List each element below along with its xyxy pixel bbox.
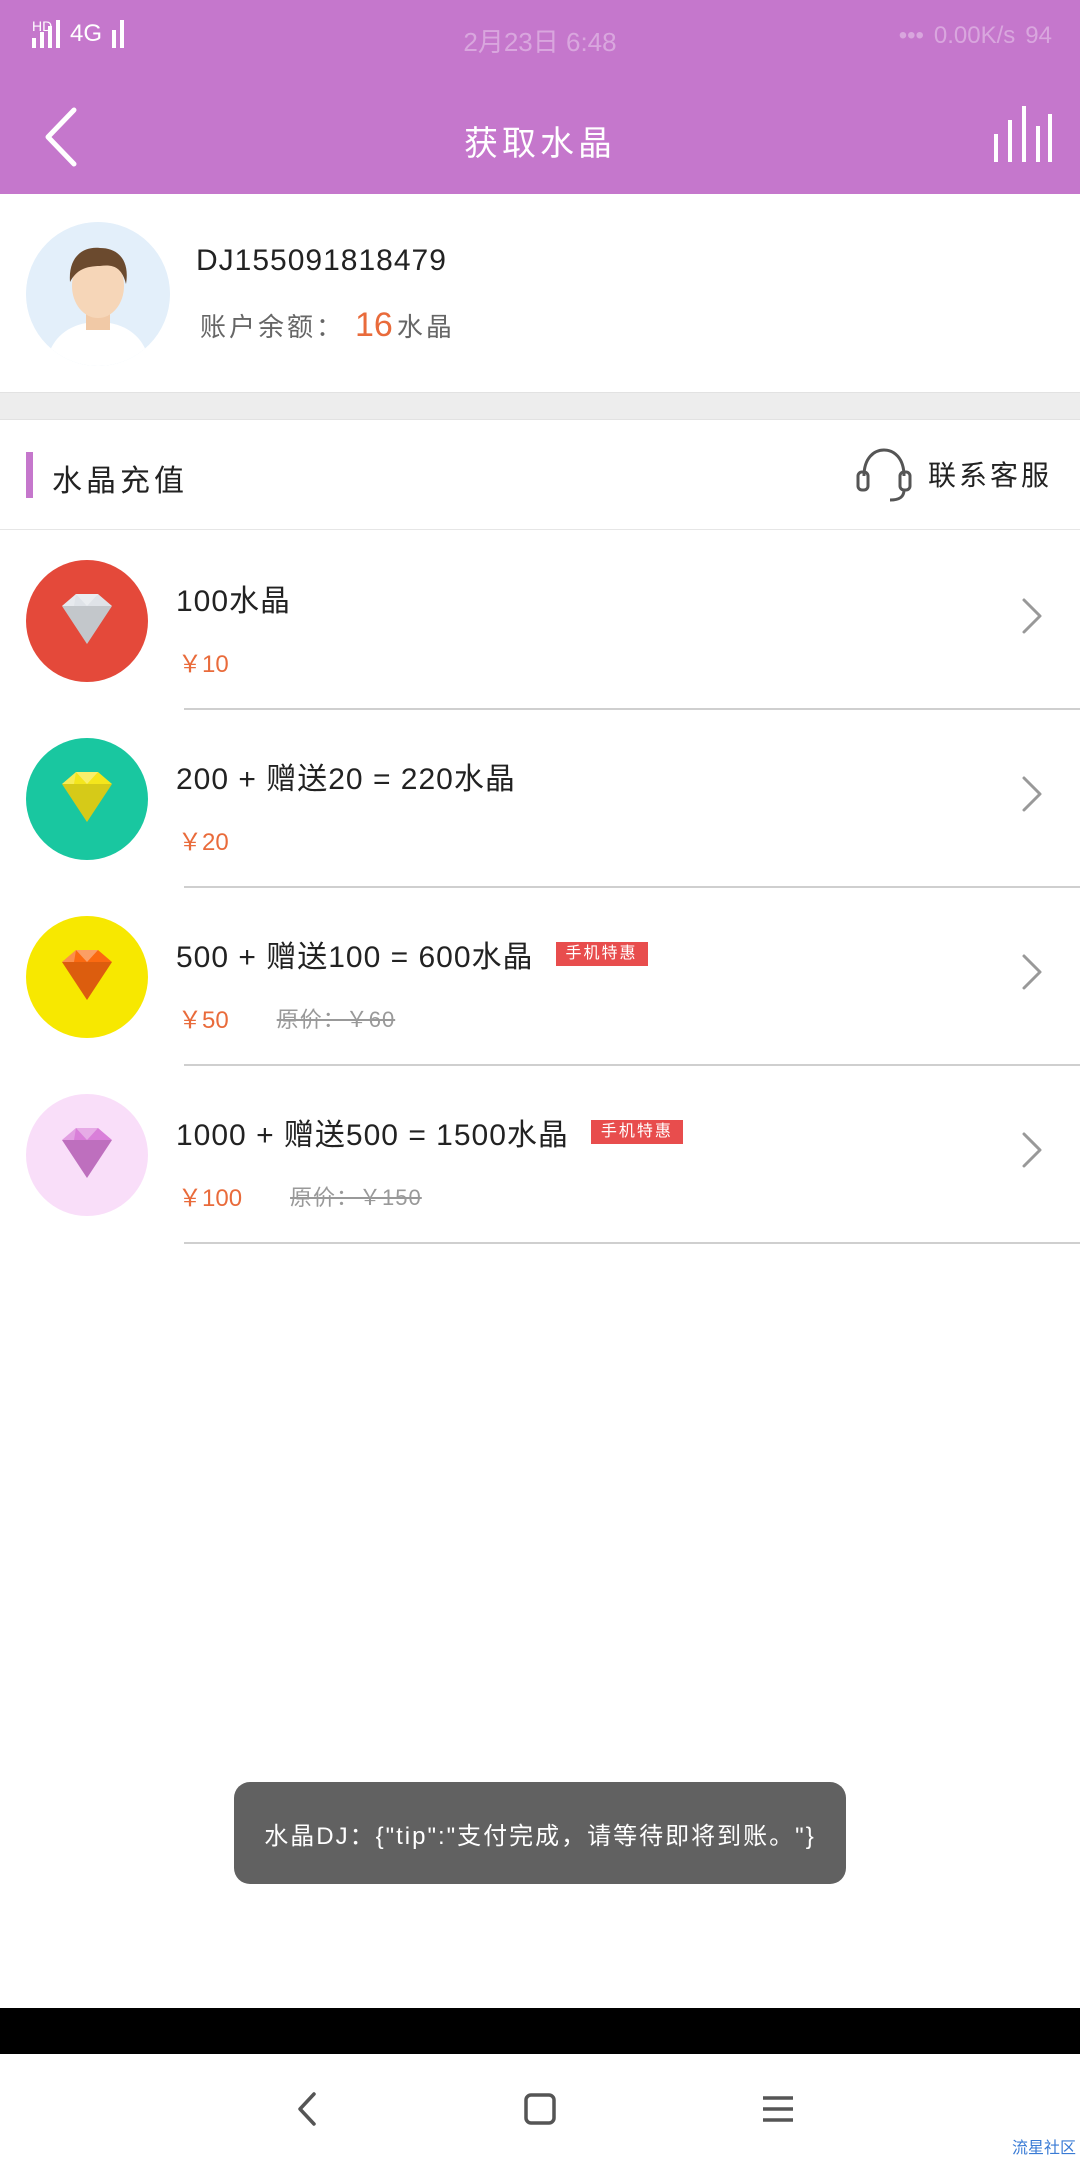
recharge-section-header: 水晶充值 联系客服 [0, 420, 1080, 530]
promo-badge: 手机特惠 [555, 942, 648, 966]
item-title-row: 500 + 赠送100 = 600水晶 手机特惠 [176, 932, 648, 976]
crystal-icon [26, 738, 148, 860]
contact-support-button[interactable]: 联系客服 [854, 444, 1052, 504]
item-title: 100水晶 [176, 585, 292, 618]
balance-unit: 水晶 [396, 312, 455, 342]
nav-menu-icon[interactable] [753, 2084, 803, 2134]
watermark-text: 流星社区 [1011, 2140, 1076, 2157]
user-id: DJ155091818479 [196, 244, 447, 277]
crystal-icon [26, 1094, 148, 1216]
crystal-icon [26, 560, 148, 682]
recharge-item[interactable]: 100水晶 ￥10 [0, 532, 1080, 710]
toast-message: 水晶DJ：{"tip":"支付完成，请等待即将到账。"} [234, 1782, 846, 1884]
item-price-row: ￥50 原价：￥60 [178, 1000, 395, 1035]
chevron-right-icon [1022, 954, 1042, 990]
battery-level: 94 [1025, 22, 1052, 49]
crystal-icon [26, 916, 148, 1038]
status-bar: HD 4G 2月23日 6:48 ••• 0.00K/s 94 [0, 0, 1080, 76]
item-title-row: 1000 + 赠送500 = 1500水晶 手机特惠 [176, 1110, 683, 1154]
chevron-right-icon [1022, 1132, 1042, 1168]
balance-label: 账户余额： [200, 312, 346, 342]
promo-badge: 手机特惠 [590, 1120, 683, 1144]
item-price-row: ￥10 [178, 644, 229, 679]
item-title: 500 + 赠送100 = 600水晶 [176, 941, 534, 974]
contact-support-label: 联系客服 [927, 460, 1052, 491]
system-nav-bar: 流星社区 [0, 2054, 1080, 2160]
avatar [26, 222, 170, 366]
item-price: ￥10 [178, 651, 229, 678]
recharge-item[interactable]: 1000 + 赠送500 = 1500水晶 手机特惠 ￥100 原价：￥150 [0, 1066, 1080, 1244]
nav-home-icon[interactable] [515, 2084, 565, 2134]
recharge-item[interactable]: 200 + 赠送20 = 220水晶 ￥20 [0, 710, 1080, 888]
item-price: ￥20 [178, 829, 229, 856]
item-price-row: ￥20 [178, 822, 229, 857]
section-title: 水晶充值 [52, 465, 188, 498]
net-speed: 0.00K/s [933, 22, 1016, 49]
original-price: 原价：￥60 [276, 1006, 396, 1032]
original-price: 原价：￥150 [290, 1184, 422, 1210]
recharge-item[interactable]: 500 + 赠送100 = 600水晶 手机特惠 ￥50 原价：￥60 [0, 888, 1080, 1066]
item-title-row: 100水晶 [176, 576, 291, 620]
item-divider [184, 1242, 1080, 1244]
balance-value: 16 [355, 306, 393, 344]
accent-bar [26, 452, 33, 498]
item-title-row: 200 + 赠送20 = 220水晶 [176, 754, 516, 798]
balance-row: 账户余额： 16 水晶 [200, 306, 455, 345]
chevron-right-icon [1022, 776, 1042, 812]
app-header: HD 4G 2月23日 6:48 ••• 0.00K/s 94 获取水晶 [0, 0, 1080, 194]
profile-card: DJ155091818479 账户余额： 16 水晶 [0, 194, 1080, 392]
chevron-right-icon [1022, 598, 1042, 634]
nav-back-icon[interactable] [282, 2084, 332, 2134]
item-price: ￥50 [178, 1007, 229, 1034]
title-bar: 获取水晶 [0, 94, 1080, 184]
section-divider [0, 392, 1080, 420]
headset-icon [856, 448, 912, 502]
item-price: ￥100 [178, 1185, 243, 1212]
page-title: 获取水晶 [464, 125, 616, 163]
bottom-black-bar [0, 2008, 1080, 2054]
item-title: 200 + 赠送20 = 220水晶 [176, 763, 516, 796]
equalizer-icon[interactable] [992, 104, 1052, 166]
item-price-row: ￥100 原价：￥150 [178, 1178, 422, 1213]
item-title: 1000 + 赠送500 = 1500水晶 [176, 1119, 569, 1152]
user-avatar-icon [26, 222, 170, 366]
dots-icon: ••• [898, 22, 924, 49]
